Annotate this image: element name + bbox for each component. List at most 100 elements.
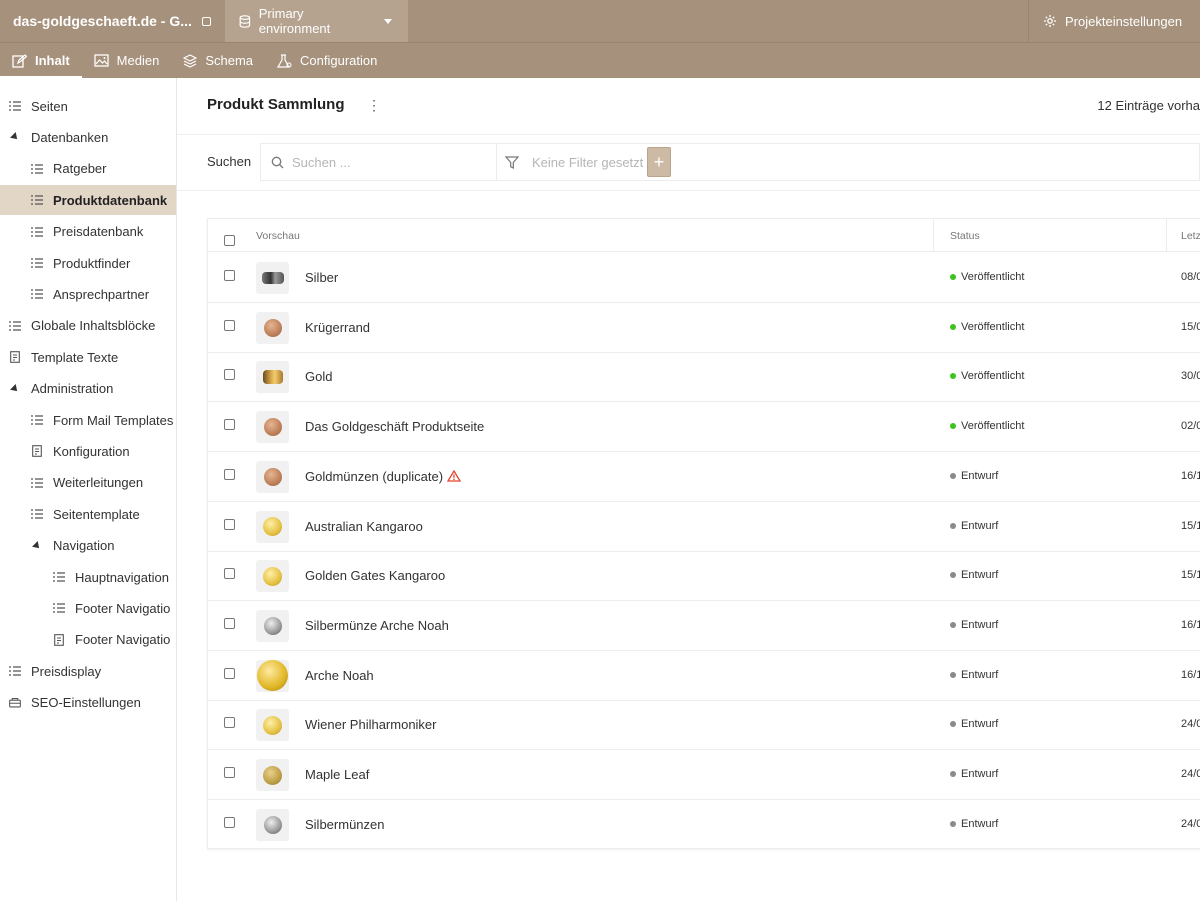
environment-selector[interactable]: Primary environment [225, 0, 408, 42]
entry-name[interactable]: Goldmünzen (duplicate) [305, 469, 462, 484]
filter-icon [505, 155, 519, 169]
status-badge: Entwurf [950, 520, 998, 532]
search-box[interactable] [260, 143, 497, 181]
table-row[interactable]: Silbermünzen Entwurf 24/0 [208, 800, 1200, 850]
project-settings-button[interactable]: Projekteinstellungen [1028, 0, 1200, 42]
sidebar-item[interactable]: Preisdatenbank [0, 217, 176, 247]
table-row[interactable]: Das Goldgeschäft Produktseite Veröffentli… [208, 402, 1200, 453]
last-modified-date: 15/1 [1181, 519, 1200, 532]
add-filter-button[interactable]: + [647, 147, 671, 177]
sidebar-item-label: Preisdatenbank [53, 224, 144, 240]
status-badge: Veröffentlicht [950, 370, 1024, 382]
entry-name[interactable]: Krügerrand [305, 320, 370, 335]
row-checkbox[interactable] [224, 816, 235, 828]
entry-name[interactable]: Das Goldgeschäft Produktseite [305, 419, 484, 434]
list-icon [31, 477, 43, 489]
search-input[interactable] [292, 154, 482, 170]
status-badge: Entwurf [950, 818, 998, 830]
table-row[interactable]: Goldmünzen (duplicate) Entwurf 16/1 [208, 452, 1200, 502]
filter-bar[interactable]: Keine Filter gesetzt [496, 143, 1200, 181]
table-row[interactable]: Wiener Philharmoniker Entwurf 24/0 [208, 700, 1200, 751]
table-row[interactable]: Silber Veröffentlicht 08/0 [208, 253, 1200, 303]
sidebar-item[interactable]: Produktdatenbank [0, 185, 176, 216]
sidebar-item[interactable]: Weiterleitungen [0, 468, 176, 498]
tab-medien[interactable]: Medien [82, 43, 172, 79]
status-dot [950, 373, 956, 380]
sidebar-item[interactable]: Ratgeber [0, 154, 176, 184]
entry-name-text: Krügerrand [305, 319, 371, 335]
sidebar-item[interactable]: SEO-Einstellungen [0, 688, 176, 718]
table-row[interactable]: Silbermünze Arche Noah Entwurf 16/1 [208, 601, 1200, 651]
table-row[interactable]: Gold Veröffentlicht 30/0 [208, 352, 1200, 403]
sidebar-item[interactable]: Globale Inhaltsblöcke [0, 311, 176, 341]
entry-name[interactable]: Silbermünzen [305, 817, 385, 832]
row-checkbox[interactable] [224, 717, 235, 729]
table-row[interactable]: Maple Leaf Entwurf 24/0 [208, 750, 1200, 800]
sidebar-item-label: Ratgeber [53, 161, 107, 177]
status-text: Entwurf [961, 519, 999, 532]
last-modified-date: 24/0 [1181, 718, 1200, 731]
row-checkbox[interactable] [224, 369, 235, 381]
sidebar-item[interactable]: Preisdisplay [0, 656, 176, 686]
list-icon [31, 414, 43, 426]
sidebar-item[interactable]: Seitentemplate [0, 499, 176, 529]
status-text: Veröffentlicht [961, 320, 1025, 333]
row-checkbox[interactable] [224, 419, 235, 431]
row-checkbox[interactable] [224, 617, 235, 629]
entry-name[interactable]: Silber [305, 270, 338, 285]
column-header-status[interactable]: Status [950, 230, 980, 242]
status-text: Entwurf [961, 469, 999, 482]
column-header-preview[interactable]: Vorschau [256, 230, 300, 242]
sidebar-item[interactable]: Hauptnavigation [0, 562, 176, 592]
entry-name[interactable]: Wiener Philharmoniker [305, 717, 437, 732]
entry-name[interactable]: Golden Gates Kangaroo [305, 568, 445, 583]
external-link-icon[interactable] [201, 16, 211, 26]
sidebar-item[interactable]: Footer Navigatio [0, 593, 176, 623]
sidebar-item-label: Globale Inhaltsblöcke [31, 318, 156, 334]
tab-inhalt[interactable]: Inhalt [0, 43, 82, 79]
section-tabs: Inhalt Medien Schema Configuration [0, 42, 1200, 79]
sidebar-item[interactable]: Ansprechpartner [0, 279, 176, 309]
sidebar-item[interactable]: Konfiguration [0, 436, 176, 466]
entry-name[interactable]: Gold [305, 369, 332, 384]
row-checkbox[interactable] [224, 319, 235, 331]
row-checkbox[interactable] [224, 667, 235, 679]
last-modified-date: 08/0 [1181, 271, 1200, 283]
tab-configuration[interactable]: Configuration [265, 43, 389, 79]
sidebar-item-label: Navigation [53, 538, 115, 554]
sidebar-item[interactable]: Form Mail Templates [0, 405, 176, 435]
entry-name-text: Silber [305, 270, 339, 285]
sidebar-item-label: Preisdisplay [31, 663, 102, 679]
sidebar-item[interactable]: Footer Navigatio [0, 625, 176, 655]
table-row[interactable]: Australian Kangaroo Entwurf 15/1 [208, 502, 1200, 552]
table-row[interactable]: Golden Gates Kangaroo Entwurf 15/1 [208, 551, 1200, 602]
entry-name[interactable]: Maple Leaf [305, 767, 369, 782]
column-header-last-modified[interactable]: Letz [1181, 230, 1200, 242]
tab-schema[interactable]: Schema [171, 43, 265, 79]
entry-name[interactable]: Arche Noah [305, 668, 374, 683]
coin-image [263, 715, 282, 735]
project-switcher[interactable]: das-goldgeschaeft.de - G... [0, 0, 225, 42]
sidebar-item[interactable]: Navigation [0, 531, 176, 561]
entry-name[interactable]: Australian Kangaroo [305, 519, 423, 534]
list-icon [53, 602, 65, 614]
preview-thumbnail [256, 460, 289, 493]
select-all-checkbox[interactable] [224, 235, 235, 246]
list-icon [31, 226, 43, 238]
entry-name[interactable]: Silbermünze Arche Noah [305, 618, 449, 633]
sidebar-item[interactable]: Seiten [0, 91, 176, 121]
sidebar-item[interactable]: Administration [0, 374, 176, 404]
sidebar-item[interactable]: Template Texte [0, 342, 176, 372]
sidebar-item[interactable]: Produktfinder [0, 248, 176, 278]
entries-table: Vorschau Status Letz Silber Veröffentlich… [207, 218, 1200, 849]
more-options-icon[interactable]: ⋮ [367, 98, 381, 112]
table-row[interactable]: Krügerrand Veröffentlicht 15/0 [208, 303, 1200, 353]
sidebar-item[interactable]: Datenbanken [0, 122, 176, 152]
row-checkbox[interactable] [224, 270, 235, 281]
row-checkbox[interactable] [224, 767, 235, 778]
row-checkbox[interactable] [224, 468, 235, 480]
document-icon [53, 633, 65, 646]
row-checkbox[interactable] [224, 518, 235, 530]
row-checkbox[interactable] [224, 568, 235, 580]
table-row[interactable]: Arche Noah Entwurf 16/1 [208, 651, 1200, 701]
